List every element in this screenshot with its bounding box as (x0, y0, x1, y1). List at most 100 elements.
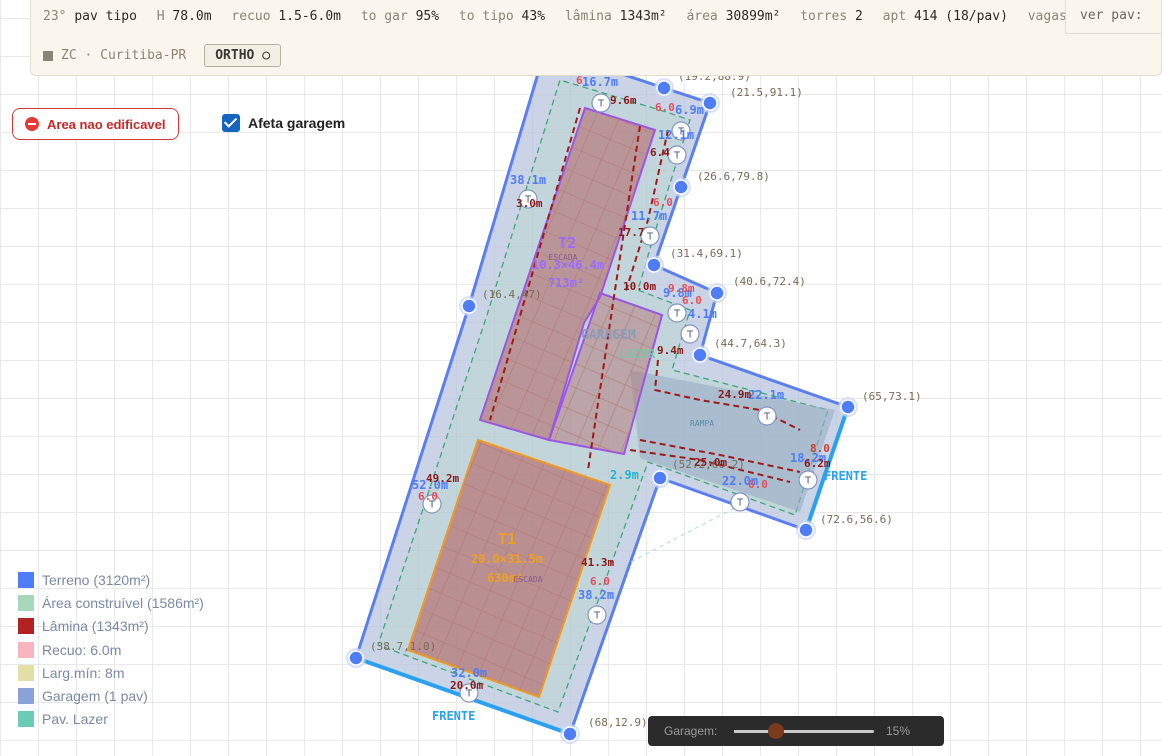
setback-dim: 24.9m (718, 388, 751, 401)
garage-slider-thumb[interactable] (768, 723, 784, 739)
lazer-label: LAZER (619, 347, 656, 361)
setback-dim: 3.0m (516, 197, 543, 210)
legend-item-terrain: Terreno (3120m²) (18, 568, 204, 591)
rampa-label: RAMPA (690, 419, 714, 428)
setback-dim: 10.0m (623, 280, 656, 293)
vertex-coord: (21.5,91.1) (730, 86, 803, 99)
tower-t1-name: T1 (498, 530, 516, 548)
vertex-coord: (68,12.9) (588, 716, 648, 729)
edge-length: 11.7m (631, 209, 667, 223)
stat-lamina: lâmina 1343m² (564, 9, 667, 24)
edge-length: 12.1m (658, 128, 694, 142)
setback-dim: 8.0 (810, 442, 830, 455)
vertex-handle[interactable] (461, 298, 477, 314)
setback-dim: 49.2m (426, 472, 459, 485)
ortho-toggle-button[interactable]: ORTHO ○ (204, 44, 282, 67)
tower-marker-glyph: T (597, 99, 605, 110)
setback-dim: 9.4m (657, 344, 684, 357)
vertex-handle[interactable] (652, 470, 668, 486)
ver-pav-selector[interactable]: ver pav: (1065, 0, 1161, 34)
stat-to-tipo: to tipo 43% (458, 9, 546, 24)
tower-t1-sub: ESCADA (514, 575, 543, 584)
tower-marker-glyph: T (646, 232, 654, 243)
zone-label: ZC · Curitiba-PR (61, 48, 187, 63)
vertex-handle[interactable] (692, 347, 708, 363)
legend-swatch (18, 618, 34, 635)
affects-garage-checkbox[interactable] (222, 114, 240, 132)
vertex-coord: (40.6,72.4) (733, 275, 806, 288)
setback-dim: 6.0 (748, 478, 768, 491)
legend-swatch (18, 688, 34, 705)
vertex-handle[interactable] (702, 95, 718, 111)
stat-height: H 78.0m (156, 9, 212, 24)
tower-t1-dims: 20.0×31.5m (471, 552, 543, 566)
frente-label: FRENTE (824, 469, 867, 483)
edge-length: 6.9m (675, 103, 704, 117)
setback-dim: 41.3m (581, 556, 614, 569)
tower-marker-glyph: T (736, 498, 744, 509)
vertex-handle[interactable] (673, 179, 689, 195)
garage-slider-value: 15% (886, 724, 911, 738)
legend: Terreno (3120m²) Área construível (1586m… (18, 568, 204, 731)
setback-dim: 6.0 (653, 196, 673, 209)
vertex-handle[interactable] (656, 80, 672, 96)
tower-marker-glyph: T (804, 476, 812, 487)
vertex-handle[interactable] (840, 399, 856, 415)
setback-dim: 17.7 (618, 226, 645, 239)
garage-slider-panel: Garagem: 15% (648, 716, 944, 746)
tower-marker-glyph: T (673, 151, 681, 162)
edge-length: 32.0m (451, 666, 487, 680)
setback-dim: 6.0 (418, 490, 438, 503)
legend-swatch (18, 664, 34, 681)
no-entry-icon (25, 117, 39, 131)
vertex-handle[interactable] (646, 257, 662, 273)
vertex-coord: (31.4,69.1) (670, 247, 743, 260)
setback-dim: 6.0 (682, 294, 702, 307)
edge-length: 4.1m (688, 307, 717, 321)
setback-dim: 25.0m (694, 456, 727, 469)
edge-length: 2.9m (610, 468, 639, 482)
affects-garage-toggle[interactable]: Afeta garagem (222, 114, 345, 132)
stat-area: área 30899m² (686, 9, 781, 24)
setback-dim: 9.6m (610, 94, 637, 107)
legend-item-lamina: Lâmina (1343m²) (18, 615, 204, 638)
no-build-area-label: Area nao edificavel (47, 116, 166, 132)
tower-marker-glyph: T (593, 611, 601, 622)
legend-item-recuo: Recuo: 6.0m (18, 638, 204, 661)
stat-to-gar: to gar 95% (360, 9, 440, 24)
tower-marker-glyph: T (673, 309, 681, 320)
garage-label: GARAGEM (581, 328, 636, 343)
vertex-handle[interactable] (798, 522, 814, 538)
vertex-coord: (44.7,64.3) (714, 337, 787, 350)
vertex-handle[interactable] (709, 285, 725, 301)
stats-bar: 23° pav tipo H 78.0m recuo 1.5-6.0m to g… (30, 0, 1162, 76)
vertex-coord: (26.6,79.8) (697, 170, 770, 183)
stat-vagas: vagas (1027, 9, 1067, 24)
legend-item-min-width: Larg.mín: 8m (18, 661, 204, 684)
legend-item-lazer: Pav. Lazer (18, 708, 204, 731)
vertex-coord: (16.4,47) (482, 288, 542, 301)
tower-marker-glyph: T (686, 330, 694, 341)
tower-t2-dims: 10.3×46.4m (532, 258, 604, 272)
legend-swatch (18, 594, 34, 611)
setback-dim: 20.0m (450, 679, 483, 692)
garage-slider-track[interactable] (734, 723, 874, 739)
tower-marker-glyph: T (763, 412, 771, 423)
legend-swatch (18, 711, 34, 728)
frente-label: FRENTE (432, 709, 475, 723)
zone-row: ZC · Curitiba-PR ORTHO ○ (43, 44, 282, 67)
tower-t2-area: 713m² (548, 276, 584, 290)
no-build-area-button[interactable]: Area nao edificavel (12, 108, 179, 140)
tower-t2-name: T2 (558, 234, 576, 252)
vertex-handle[interactable] (348, 650, 364, 666)
garage-slider-label: Garagem: (664, 724, 718, 738)
legend-item-garage: Garagem (1 pav) (18, 684, 204, 707)
edge-length: 16.7m (582, 75, 618, 89)
vertex-handle[interactable] (562, 726, 578, 742)
legend-swatch (18, 641, 34, 658)
stat-torres: torres 2 (800, 9, 863, 24)
edge-length: 38.2m (578, 588, 614, 602)
stats-row: 23° pav tipo H 78.0m recuo 1.5-6.0m to g… (43, 9, 1079, 24)
stat-recuo: recuo 1.5-6.0m (231, 9, 341, 24)
vertex-coord: (38.7,1.0) (370, 640, 436, 653)
